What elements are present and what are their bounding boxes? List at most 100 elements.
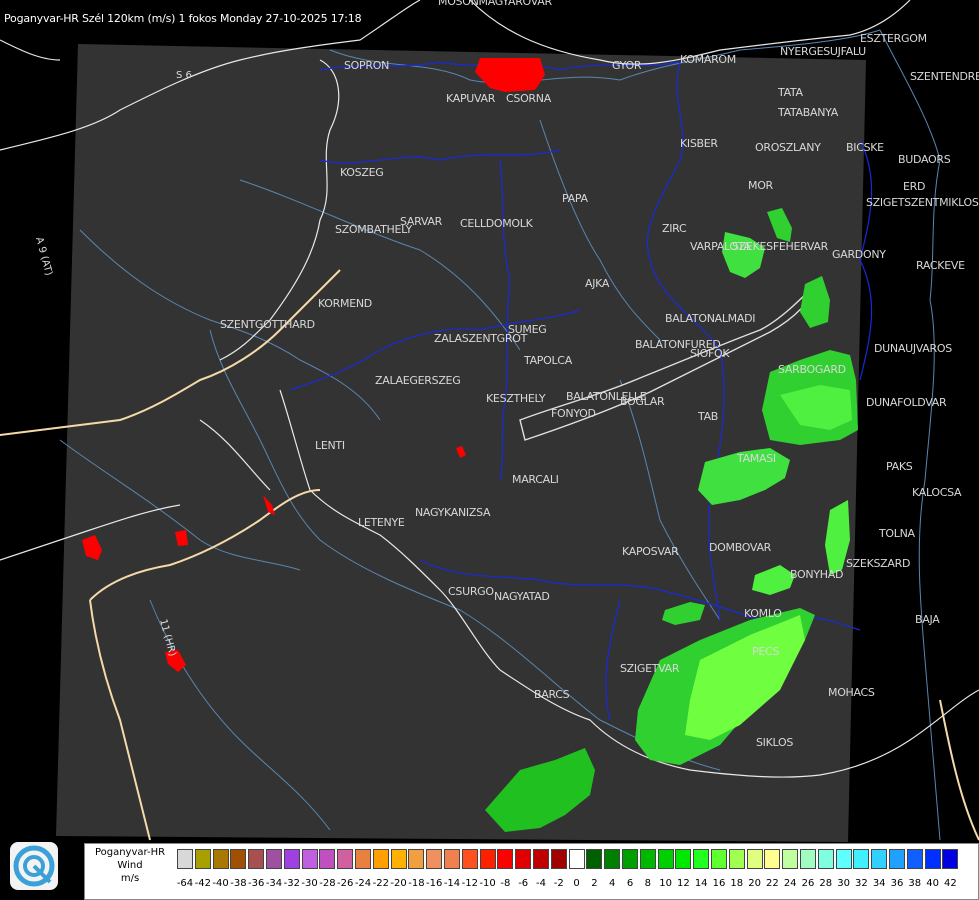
legend-tick: 42 [944, 878, 957, 889]
city-label-csorna: CSORNA [506, 92, 551, 105]
city-label-dunafoldvar: DUNAFOLDVAR [866, 396, 947, 409]
city-label-erd: ERD [903, 180, 926, 193]
legend-swatch [586, 849, 603, 869]
legend-swatch [444, 849, 460, 869]
legend-swatch [390, 849, 407, 869]
legend-title-line2: Wind [117, 860, 143, 871]
legend-swatch [871, 849, 888, 869]
legend-title-line3: m/s [120, 873, 140, 884]
legend-swatch [711, 849, 727, 869]
logo-icon [10, 842, 58, 890]
legend-swatch [800, 849, 816, 869]
city-label-keszthely: KESZTHELY [486, 392, 546, 405]
legend: Poganyvar-HR Wind m/s -64 -42 -40 -38 -36 -34… [84, 843, 979, 900]
city-label-bicske: BICSKE [846, 141, 884, 154]
city-label-kalocsa: KALOCSA [912, 486, 962, 499]
legend-swatch [230, 849, 247, 869]
city-label-tapolca: TAPOLCA [524, 354, 572, 367]
road-label-s6: S 6 [176, 70, 192, 81]
legend-swatch [622, 849, 638, 869]
legend-swatch [355, 849, 371, 869]
city-label-papa: PAPA [562, 192, 588, 205]
city-label-balatonalmadi: BALATONALMADI [665, 312, 756, 325]
city-label-mor: MOR [748, 179, 773, 192]
city-label-dunaujvaros: DUNAUJVAROS [874, 342, 952, 355]
radar-coverage-area [56, 44, 866, 842]
city-label-szigetszentmiklos: SZIGETSZENTMIKLOS [866, 196, 979, 209]
road-label-a9: A 9 (AT) [33, 236, 54, 277]
legend-swatch [924, 849, 941, 869]
city-label-gyor: GYOR [612, 59, 642, 72]
legend-swatch [533, 849, 549, 869]
city-label-szombathely: SZOMBATHELY [335, 223, 412, 236]
legend-swatch [906, 849, 923, 869]
city-label-nagyatad: NAGYATAD [494, 590, 550, 603]
legend-swatch [835, 849, 852, 869]
legend-title: Poganyvar-HR Wind m/s [86, 846, 174, 885]
city-label-letenye: LETENYE [358, 516, 405, 529]
map-header: Poganyvar-HR Szél 120km (m/s) 1 fokos Mo… [4, 12, 362, 25]
city-label-siklos: SIKLOS [756, 736, 794, 749]
legend-swatch [550, 849, 567, 869]
legend-swatch [942, 849, 959, 869]
city-label-zalaszentgrot: ZALASZENTGROT [434, 332, 528, 345]
city-label-szentgotthard: SZENTGOTTHARD [220, 318, 315, 331]
legend-swatch [177, 849, 193, 869]
city-label-barcs: BARCS [534, 688, 570, 701]
city-label-marcali: MARCALI [512, 473, 559, 486]
legend-swatch [266, 849, 282, 869]
city-label-siofok: SIOFOK [690, 347, 730, 360]
city-label-sarbogard: SARBOGARD [778, 363, 846, 376]
city-label-mosonmagyarovar: MOSONMAGYAROVAR [438, 0, 552, 8]
city-label-mohacs: MOHACS [828, 686, 875, 699]
legend-swatch [372, 849, 389, 869]
city-label-koszeg: KOSZEG [340, 166, 384, 179]
legend-swatch [693, 849, 710, 869]
city-label-nagykanizsa: NAGYKANIZSA [415, 506, 491, 519]
legend-swatch [764, 849, 781, 869]
legend-swatch [283, 849, 300, 869]
legend-swatch [479, 849, 496, 869]
legend-swatch [568, 849, 585, 869]
legend-swatch [461, 849, 478, 869]
legend-swatch [248, 849, 265, 869]
city-label-kapuvar: KAPUVAR [446, 92, 496, 105]
city-label-sopron: SOPRON [344, 59, 390, 72]
city-label-tamasi: TAMASI [737, 452, 776, 465]
legend-swatch [728, 849, 745, 869]
legend-swatch [212, 849, 229, 869]
city-label-tab: TAB [698, 410, 719, 423]
city-label-kaposvar: KAPOSVAR [622, 545, 679, 558]
legend-title-line1: Poganyvar-HR [94, 847, 166, 858]
city-label-kisber: KISBER [680, 137, 718, 150]
city-label-nyergesujfalu: NYERGESUJFALU [780, 45, 866, 58]
city-label-fonyod: FONYOD [551, 407, 596, 420]
legend-swatch [319, 849, 336, 869]
city-label-szentendre: SZENTENDRE [910, 70, 979, 83]
city-label-szigetvar: SZIGETVAR [620, 662, 680, 675]
legend-swatch [301, 849, 318, 869]
legend-swatch [497, 849, 514, 869]
city-label-zalaegerszeg: ZALAEGERSZEG [375, 374, 461, 387]
city-label-szekesfehervar: SZEKESFEHERVAR [732, 240, 828, 253]
city-label-boglar: BOGLAR [620, 395, 665, 408]
city-label-zirc: ZIRC [662, 222, 687, 235]
legend-swatch [675, 849, 692, 869]
city-label-tata: TATA [778, 86, 803, 99]
city-label-ajka: AJKA [585, 277, 610, 290]
legend-swatch [889, 849, 905, 869]
legend-swatch [426, 849, 443, 869]
legend-swatch [853, 849, 870, 869]
city-label-rackeve: RACKEVE [916, 259, 965, 272]
legend-swatch [817, 849, 834, 869]
legend-swatch [604, 849, 621, 869]
city-label-bonyhad: BONYHAD [790, 568, 844, 581]
city-label-budaors: BUDAORS [898, 153, 951, 166]
city-label-tolna: TOLNA [879, 527, 915, 540]
city-label-baja: BAJA [915, 613, 940, 626]
legend-swatch [746, 849, 763, 869]
legend-swatch [515, 849, 532, 869]
city-label-komarom: KOMAROM [680, 53, 736, 66]
radar-map: S 6 A 9 (AT) 11 (HR) [0, 0, 979, 842]
legend-swatch [657, 849, 674, 869]
